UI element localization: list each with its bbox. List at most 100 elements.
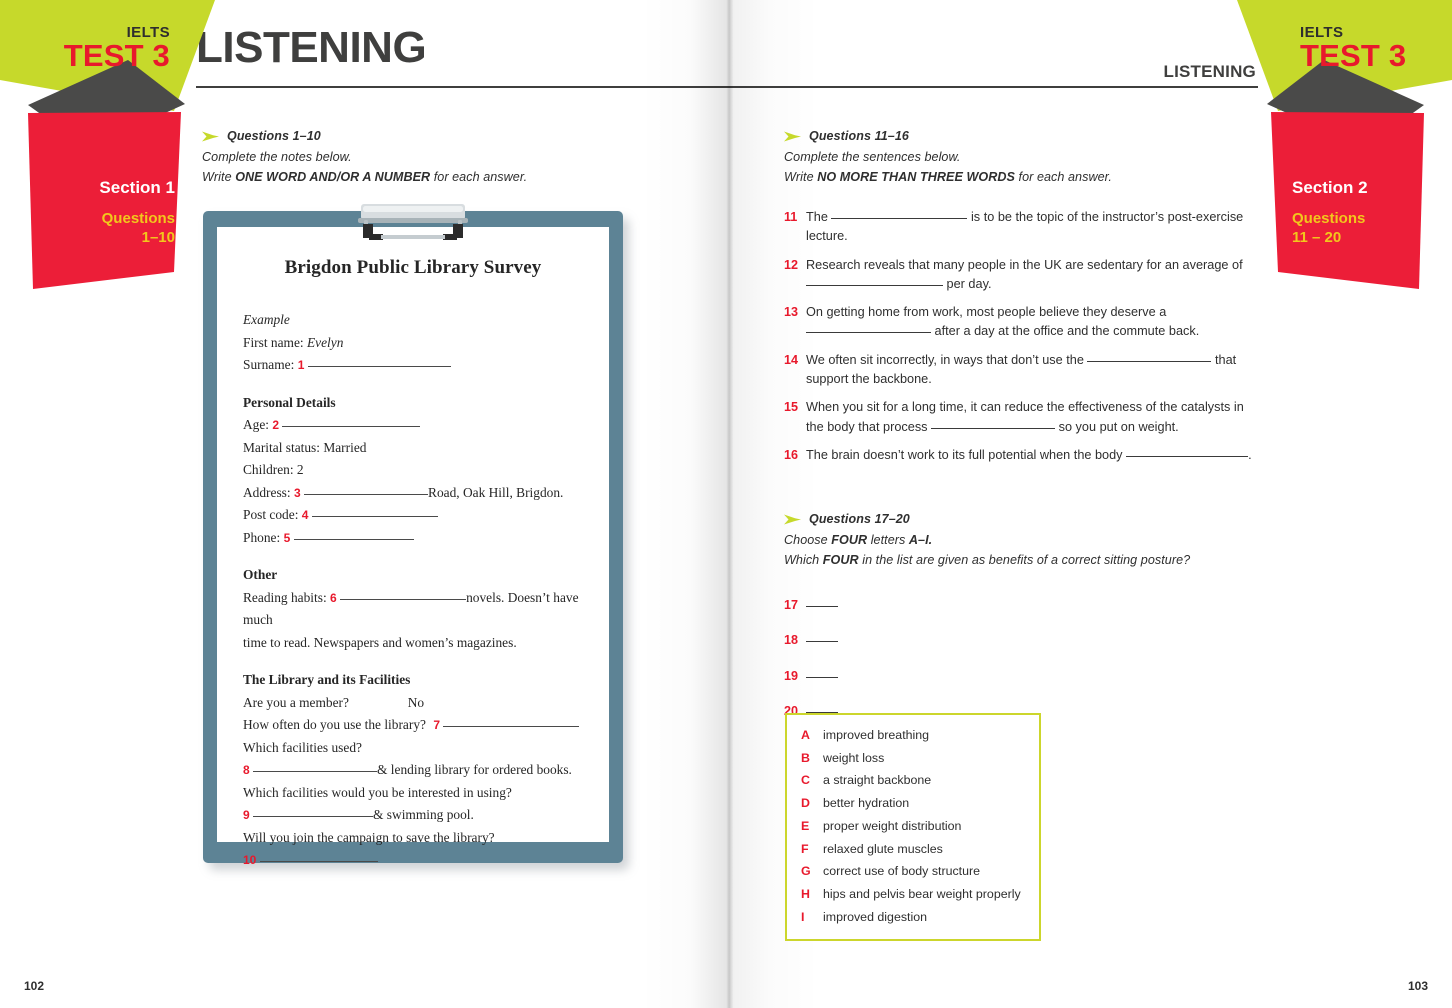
banner-left-questions-range: 1–10 bbox=[141, 229, 175, 247]
instruction-line-1: Complete the notes below. bbox=[202, 150, 352, 164]
answer-blank-4[interactable] bbox=[311, 505, 438, 518]
option-row[interactable]: C a straight backbone bbox=[801, 771, 1026, 790]
question-text: The brain doesn’t work to its full poten… bbox=[806, 446, 1252, 465]
option-text: improved breathing bbox=[823, 728, 930, 742]
question-text-post: after a day at the office and the commut… bbox=[931, 324, 1200, 339]
question-item: 14 We often sit incorrectly, in ways tha… bbox=[784, 351, 1262, 390]
q9-row: 9 & swimming pool. bbox=[243, 804, 583, 827]
question-number-1: 1 bbox=[297, 358, 305, 373]
questions-11-16-list: 11 The is to be the topic of the instruc… bbox=[784, 208, 1262, 474]
questions-11-16-label: Questions 11–16 bbox=[809, 129, 909, 143]
questions-1-10-label: Questions 1–10 bbox=[227, 129, 321, 143]
question-text-pre: On getting home from work, most people b… bbox=[806, 305, 1167, 320]
answer-blank-12[interactable] bbox=[806, 275, 943, 286]
instruction-r1-line-2-bold: NO MORE THAN THREE WORDS bbox=[817, 169, 1015, 184]
survey-title: Brigdon Public Library Survey bbox=[284, 257, 542, 278]
answer-slot-row: 19 bbox=[784, 667, 1262, 686]
option-row[interactable]: F relaxed glute muscles bbox=[801, 840, 1026, 859]
answer-blank-16[interactable] bbox=[1126, 446, 1249, 457]
question-number: 14 bbox=[784, 352, 799, 367]
answer-blank-15[interactable] bbox=[931, 418, 1056, 429]
option-text: weight loss bbox=[823, 750, 885, 765]
instruction-r1-line-2-pre: Write bbox=[784, 169, 818, 184]
banner-right-questions-label: Questions bbox=[1292, 210, 1366, 227]
option-row[interactable]: A improved breathing bbox=[801, 726, 1026, 745]
answer-blank-11[interactable] bbox=[831, 208, 968, 219]
reading-habits-line2: time to read. Newspapers and women’s mag… bbox=[243, 634, 517, 650]
answer-blank-17[interactable] bbox=[806, 596, 838, 607]
question-text: When you sit for a long time, it can red… bbox=[806, 398, 1262, 437]
question-number: 17 bbox=[784, 598, 799, 612]
question-text: The is to be the topic of the instructor… bbox=[806, 208, 1262, 247]
q8-row: 8 & lending library for ordered books. bbox=[243, 759, 583, 782]
listening-title-right: LISTENING bbox=[1163, 62, 1256, 81]
option-letter: F bbox=[801, 841, 809, 856]
answer-blank-20[interactable] bbox=[806, 702, 838, 713]
question-number-2: 2 bbox=[272, 418, 280, 433]
address-suffix: Road, Oak Hill, Brigdon. bbox=[428, 484, 564, 500]
option-row[interactable]: I improved digestion bbox=[801, 908, 1026, 927]
option-row[interactable]: H hips and pelvis bear weight properly bbox=[801, 885, 1026, 904]
option-letter: E bbox=[801, 818, 810, 833]
question-number-6: 6 bbox=[330, 590, 337, 605]
campaign-question: Will you join the campaign to save the l… bbox=[243, 829, 495, 845]
answer-blank-3[interactable] bbox=[304, 483, 429, 495]
option-text: better hydration bbox=[823, 796, 910, 811]
member-row: Are you a member? No bbox=[243, 692, 583, 715]
phone-label: Phone: bbox=[243, 529, 281, 545]
option-row[interactable]: G correct use of body structure bbox=[801, 862, 1026, 881]
banner-right-questions-range: 11 – 20 bbox=[1292, 229, 1342, 247]
banner-right-test: TEST 3 bbox=[1300, 38, 1407, 73]
question-number: 15 bbox=[784, 400, 799, 415]
answer-blank-14[interactable] bbox=[1087, 351, 1212, 362]
answer-blank-10[interactable] bbox=[259, 850, 378, 863]
page-title-right: LISTENING bbox=[836, 62, 1256, 82]
option-letter: G bbox=[801, 864, 811, 879]
banner-left-questions: Questions 1–10 bbox=[0, 209, 175, 247]
answer-blank-8[interactable] bbox=[253, 760, 378, 773]
answer-blank-5[interactable] bbox=[293, 528, 414, 540]
clipboard-content: Brigdon Public Library Survey Example Fi… bbox=[217, 227, 609, 867]
question-number: 12 bbox=[784, 257, 799, 272]
instruction-r2-line-2-bold: FOUR bbox=[822, 552, 859, 567]
instruction-r1-line-2-post: for each answer. bbox=[1015, 169, 1112, 184]
example-label: Example bbox=[243, 312, 290, 327]
question-number-7: 7 bbox=[433, 718, 441, 733]
answer-slot bbox=[806, 596, 838, 615]
questions-1-10-heading: Questions 1–10 bbox=[202, 129, 632, 143]
answer-blank-18[interactable] bbox=[806, 631, 838, 643]
instruction-r2-line-1-bold2: A–I. bbox=[908, 533, 933, 547]
questions-17-20-heading: Questions 17–20 bbox=[784, 512, 1264, 526]
answer-blank-13[interactable] bbox=[806, 322, 931, 334]
answer-blank-19[interactable] bbox=[806, 667, 838, 678]
answer-blank-7[interactable] bbox=[443, 715, 580, 728]
option-letter: B bbox=[801, 750, 810, 765]
option-letter: I bbox=[801, 909, 805, 924]
question-text-post: per day. bbox=[943, 276, 992, 291]
option-text: improved digestion bbox=[823, 909, 928, 924]
option-row[interactable]: D better hydration bbox=[801, 794, 1026, 813]
address-label: Address: bbox=[243, 484, 291, 500]
answer-blank-9[interactable] bbox=[253, 805, 374, 818]
question-number-8: 8 bbox=[243, 763, 250, 778]
age-row: Age: 2 bbox=[243, 414, 583, 437]
surname-row: Surname: 1 bbox=[243, 354, 583, 377]
header-rule-left bbox=[196, 86, 726, 88]
option-text: a straight backbone bbox=[823, 773, 932, 788]
arrow-bullet-icon bbox=[784, 131, 801, 141]
option-letter: D bbox=[801, 796, 810, 811]
other-heading: Other bbox=[243, 567, 278, 583]
instruction-r2-line-2-post: in the list are given as benefits of a c… bbox=[858, 552, 1191, 567]
answer-blank-1[interactable] bbox=[307, 355, 451, 368]
instruction-r1-line-2: Write NO MORE THAN THREE WORDS for each … bbox=[784, 168, 1264, 188]
answer-blank-6[interactable] bbox=[340, 588, 467, 600]
answer-blank-2[interactable] bbox=[282, 415, 421, 428]
question-text-pre: The brain doesn’t work to its full poten… bbox=[806, 447, 1127, 462]
option-row[interactable]: E proper weight distribution bbox=[801, 817, 1026, 836]
member-question: Are you a member? bbox=[243, 694, 349, 710]
option-row[interactable]: B weight loss bbox=[801, 749, 1026, 768]
first-name-row: First name: Evelyn bbox=[243, 332, 583, 355]
questions-17-20-label: Questions 17–20 bbox=[809, 512, 910, 526]
question-text-post: so you put on weight. bbox=[1055, 419, 1179, 434]
how-often-question: How often do you use the library? bbox=[243, 717, 426, 733]
